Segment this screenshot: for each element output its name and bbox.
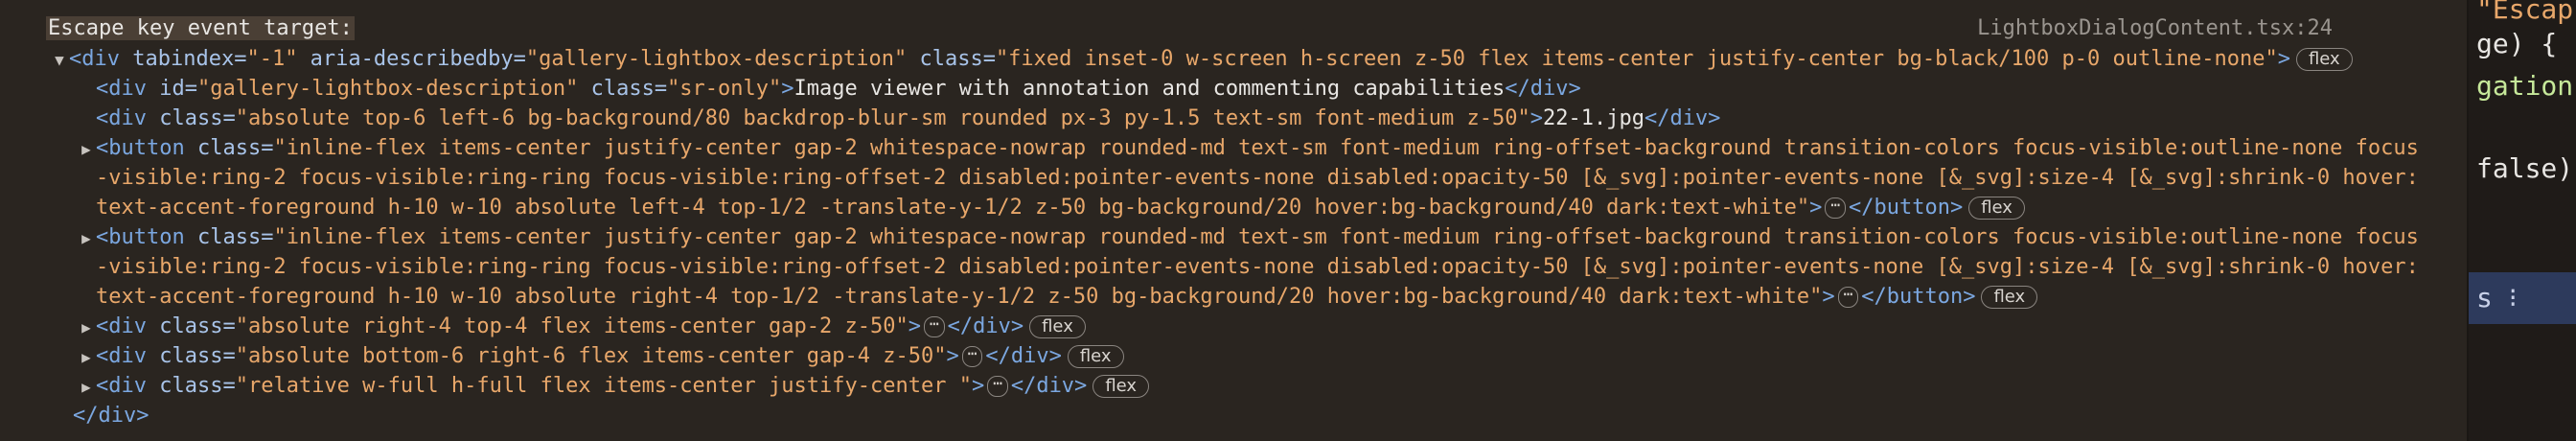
attr-name: class= (159, 344, 236, 368)
elements-panel: Escape key event target: LightboxDialogC… (0, 0, 2469, 441)
tag-close: </div> (1010, 374, 1088, 398)
attr-name: class= (578, 77, 668, 101)
tag-mid: > (781, 77, 794, 101)
attr-value: text-accent-foreground h-10 w-10 absolut… (96, 196, 1810, 220)
node-text: 22-1.jpg (1542, 106, 1644, 130)
attr-name: class= (196, 225, 274, 249)
flex-badge[interactable]: flex (1968, 197, 2025, 220)
dom-node-prev-button-wrap: text-accent-foreground h-10 w-10 absolut… (96, 193, 2025, 222)
dom-node-root-close[interactable]: </div> (73, 401, 149, 430)
dom-node-bottom-right-toolbar[interactable]: ▶ <div class="absolute bottom-6 right-6 f… (77, 341, 1124, 371)
flex-badge[interactable]: flex (1092, 375, 1150, 398)
attr-name: class= (159, 106, 236, 130)
expand-arrow-closed-icon[interactable]: ▶ (77, 342, 96, 372)
tag-open: <div (96, 314, 160, 338)
expand-arrow-closed-icon[interactable]: ▶ (77, 313, 96, 342)
flex-badge[interactable]: flex (2295, 48, 2353, 71)
tag-mid: > (908, 314, 921, 338)
tag-close: > (2277, 47, 2290, 71)
tag-close: </div> (985, 344, 1062, 368)
attr-value: "absolute right-4 top-4 flex items-cente… (235, 314, 908, 338)
event-target-heading: Escape key event target: (46, 13, 355, 44)
tag-close: </div> (1505, 77, 1581, 101)
tag-open: <div (96, 106, 160, 130)
dom-node-image-container[interactable]: ▶ <div class="relative w-full h-full flex… (77, 371, 1150, 402)
collapsed-content-ellipsis[interactable]: ⋯ (1825, 197, 1846, 219)
expand-arrow-closed-icon[interactable]: ▶ (77, 372, 96, 402)
dom-node-sr-description[interactable]: <div id="gallery-lightbox-description" c… (96, 74, 1581, 104)
attr-value: text-accent-foreground h-10 w-10 absolut… (96, 285, 1823, 309)
node-text: Image viewer with annotation and comment… (794, 77, 1506, 101)
tag-open: <button (96, 225, 197, 249)
dom-node-prev-button-wrap: -visible:ring-2 focus-visible:ring-ring … (96, 163, 2419, 193)
tag-close: </div> (73, 404, 150, 428)
attr-value: "relative w-full h-full flex items-cente… (235, 374, 972, 398)
expand-arrow-closed-icon[interactable]: ▶ (77, 223, 96, 253)
tag-open: <div (96, 374, 160, 398)
attr-value: "absolute top-6 left-6 bg-background/80 … (235, 106, 1530, 130)
attr-name: class= (159, 314, 236, 338)
dom-node-next-button-wrap: -visible:ring-2 focus-visible:ring-ring … (96, 252, 2419, 282)
collapsed-content-ellipsis[interactable]: ⋯ (1837, 287, 1859, 308)
attr-name: class= (196, 136, 274, 160)
dom-node-prev-button[interactable]: ▶ <button class="inline-flex items-center… (77, 133, 2419, 163)
attr-name: class= (907, 47, 996, 71)
attr-value: "inline-flex items-center justify-center… (273, 136, 2419, 160)
code-line: s ⁝ (2476, 282, 2518, 313)
dom-node-next-button[interactable]: ▶ <button class="inline-flex items-center… (77, 222, 2419, 252)
attr-name: id= (159, 77, 197, 101)
expand-arrow-open-icon[interactable]: ▼ (50, 45, 69, 75)
attr-name: tabindex= (132, 47, 247, 71)
collapsed-content-ellipsis[interactable]: ⋯ (987, 376, 1008, 397)
attr-value: -visible:ring-2 focus-visible:ring-ring … (96, 166, 2419, 190)
dom-node-filename-label[interactable]: <div class="absolute top-6 left-6 bg-bac… (96, 104, 1720, 133)
dom-node-top-right-toolbar[interactable]: ▶ <div class="absolute right-4 top-4 flex… (77, 312, 1086, 341)
attr-value: "fixed inset-0 w-screen h-screen z-50 fl… (995, 47, 2278, 71)
expand-arrow-closed-icon[interactable]: ▶ (77, 134, 96, 164)
attr-value: "gallery-lightbox-description" (525, 47, 908, 71)
tag-close: </button> (1848, 196, 1964, 220)
source-file-link[interactable]: LightboxDialogContent.tsx:24 (1977, 13, 2333, 44)
collapsed-content-ellipsis[interactable]: ⋯ (961, 346, 983, 367)
attr-value: "-1" (246, 47, 298, 71)
attr-value: "absolute bottom-6 right-6 flex items-ce… (235, 344, 947, 368)
tag-open: <div (96, 344, 160, 368)
tag-mid: > (1530, 106, 1543, 130)
flex-badge[interactable]: flex (1029, 315, 1086, 338)
code-line: ge) { (2476, 28, 2558, 59)
dom-node-dialog-root[interactable]: ▼ <div tabindex="-1" aria-describedby="ga… (50, 44, 2353, 74)
tag-mid: > (946, 344, 959, 368)
attr-name: class= (159, 374, 236, 398)
attr-value: "sr-only" (667, 77, 782, 101)
flex-badge[interactable]: flex (1067, 345, 1124, 368)
tag-mid: > (971, 374, 985, 398)
tag-mid: > (1809, 196, 1823, 220)
attr-value: "gallery-lightbox-description" (196, 77, 579, 101)
tag-close: </div> (1644, 106, 1721, 130)
tag-close: </button> (1861, 285, 1976, 309)
tag-mid: > (1822, 285, 1835, 309)
code-line: gation( (2476, 70, 2576, 102)
tag-open: <div (96, 77, 160, 101)
source-editor-pane[interactable]: "Escap ge) { gation( false); s ⁝ (2469, 0, 2576, 441)
tag-close: </div> (947, 314, 1024, 338)
attr-name: aria-describedby= (297, 47, 526, 71)
attr-value: -visible:ring-2 focus-visible:ring-ring … (96, 255, 2419, 279)
heading-text: Escape key event target: (46, 16, 355, 40)
attr-value: "inline-flex items-center justify-center… (273, 225, 2419, 249)
collapsed-content-ellipsis[interactable]: ⋯ (923, 316, 945, 337)
dom-node-next-button-wrap: text-accent-foreground h-10 w-10 absolut… (96, 282, 2038, 312)
code-line: false); (2476, 152, 2576, 184)
tag-open: <button (96, 136, 197, 160)
flex-badge[interactable]: flex (1981, 286, 2038, 309)
tag-open: <div (69, 47, 133, 71)
